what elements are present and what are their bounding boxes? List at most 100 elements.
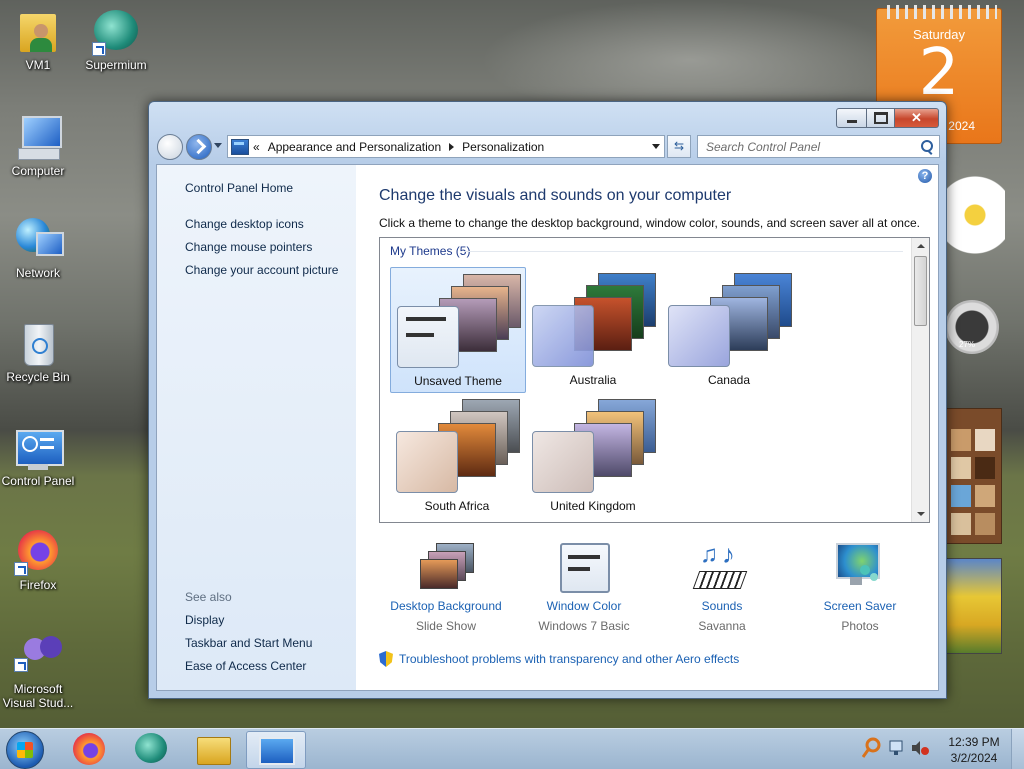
my-themes-group-label: My Themes (5) [390, 244, 471, 258]
forward-button[interactable] [186, 134, 212, 160]
action-center-search-icon [861, 737, 881, 758]
theme-list: My Themes (5) Unsaved Theme Australia Ca… [379, 237, 930, 523]
theme-list-scrollbar[interactable] [911, 238, 929, 522]
ease-of-access-link[interactable]: Ease of Access Center [185, 659, 306, 673]
close-button[interactable]: ✕ [895, 108, 939, 128]
window-color-icon [554, 541, 614, 593]
desktop-icon-network[interactable]: Network [0, 216, 76, 280]
main-pane: ? Change the visuals and sounds on your … [357, 165, 938, 690]
search-icon[interactable] [921, 140, 933, 152]
see-also-label: See also [185, 590, 232, 604]
cpu-meter-value: 27% [959, 340, 976, 349]
taskbar-firefox[interactable] [60, 731, 118, 767]
scroll-up-icon[interactable] [917, 244, 925, 248]
address-bar[interactable]: « Appearance and Personalization Persona… [227, 135, 665, 158]
cpu-meter-gadget[interactable]: 27% [945, 300, 999, 354]
theme-item-canada[interactable]: Canada [662, 267, 796, 391]
change-mouse-pointers-link[interactable]: Change mouse pointers [185, 240, 312, 254]
theme-thumbnail [396, 399, 520, 493]
address-dropdown-icon[interactable] [652, 144, 660, 149]
help-icon[interactable]: ? [918, 169, 932, 183]
desktop-icon-firefox[interactable]: Firefox [0, 528, 76, 592]
taskbar-start-menu-link[interactable]: Taskbar and Start Menu [185, 636, 312, 650]
restore-button[interactable] [867, 108, 895, 128]
uac-shield-icon [379, 651, 393, 667]
network-icon [14, 216, 64, 264]
desktop-icon-label: VM1 [25, 58, 51, 72]
calendar-year: 2024 [948, 119, 975, 133]
search-input[interactable]: Search Control Panel [697, 135, 940, 158]
desktop-icon-label: Control Panel [1, 474, 75, 488]
scroll-down-icon[interactable] [917, 512, 925, 516]
close-icon: ✕ [911, 110, 922, 125]
window-color-swatch [532, 305, 594, 367]
scrollbar-thumb[interactable] [914, 256, 927, 326]
desktop-icon-vm1[interactable]: VM1 [0, 8, 76, 72]
screen-saver-setting[interactable]: Screen Saver Photos [795, 541, 925, 633]
theme-item-south-africa[interactable]: South Africa [390, 393, 524, 517]
theme-thumbnail [668, 273, 792, 367]
breadcrumb-personalization[interactable]: Personalization [462, 140, 544, 154]
start-button[interactable] [6, 731, 44, 769]
screen-saver-icon [830, 541, 890, 593]
troubleshoot-link-text[interactable]: Troubleshoot problems with transparency … [399, 652, 739, 666]
theme-label: Canada [707, 373, 751, 387]
system-clock[interactable]: 12:39 PM 3/2/2024 [944, 734, 1004, 766]
desktop-icon-control-panel[interactable]: Control Panel [0, 424, 76, 488]
setting-name: Screen Saver [823, 599, 897, 613]
minimize-button[interactable] [836, 108, 867, 128]
desktop-icon-computer[interactable]: Computer [0, 114, 76, 178]
theme-thumbnail [397, 274, 521, 368]
change-desktop-icons-link[interactable]: Change desktop icons [185, 217, 304, 231]
refresh-button[interactable]: ⇆ [667, 135, 691, 158]
setting-name: Sounds [701, 599, 743, 613]
taskbar-explorer[interactable] [184, 731, 242, 767]
firefox-icon [14, 528, 62, 576]
shortcut-arrow-icon [92, 42, 106, 56]
desktop-icon-supermium[interactable]: Supermium [78, 8, 154, 72]
troubleshoot-aero-link[interactable]: Troubleshoot problems with transparency … [379, 651, 739, 667]
sounds-icon: ♫ ♪ [692, 539, 752, 593]
taskbar-control-panel[interactable] [246, 731, 306, 769]
desktop-background-icon [416, 541, 476, 593]
personalization-window: ✕ « Appearance and Personalization Perso… [148, 101, 947, 699]
desktop-background-setting[interactable]: Desktop Background Slide Show [381, 541, 511, 633]
control-panel-small-icon [231, 138, 249, 155]
supermium-icon [135, 733, 167, 763]
control-panel-icon [14, 424, 64, 472]
computer-icon [14, 114, 62, 162]
setting-name: Desktop Background [390, 599, 502, 613]
theme-item-unsaved[interactable]: Unsaved Theme [390, 267, 526, 393]
display-link[interactable]: Display [185, 613, 224, 627]
window-color-swatch [532, 431, 594, 493]
theme-label: South Africa [424, 499, 490, 513]
group-divider [464, 251, 903, 252]
desktop-icon-visual-studio[interactable]: Microsoft Visual Stud... [0, 632, 76, 710]
setting-value: Windows 7 Basic [538, 619, 630, 633]
breadcrumb-separator-icon[interactable] [449, 142, 455, 151]
recent-pages-dropdown[interactable] [214, 143, 222, 148]
theme-item-australia[interactable]: Australia [526, 267, 660, 391]
control-panel-home-link[interactable]: Control Panel Home [185, 181, 293, 195]
taskbar-supermium[interactable] [122, 731, 180, 767]
left-nav-pane: Control Panel Home Change desktop icons … [157, 165, 356, 690]
desktop-icon-label: Computer [11, 164, 65, 178]
supermium-icon [92, 8, 140, 56]
slideshow-gadget[interactable] [946, 558, 1002, 654]
window-color-setting[interactable]: Window Color Windows 7 Basic [519, 541, 649, 633]
control-panel-icon [259, 737, 295, 765]
theme-label: Unsaved Theme [414, 374, 502, 388]
theme-thumbnail [532, 399, 656, 493]
breadcrumb-appearance[interactable]: Appearance and Personalization [268, 140, 441, 154]
back-button[interactable] [157, 134, 183, 160]
show-desktop-button[interactable] [1011, 729, 1024, 769]
change-account-picture-link[interactable]: Change your account picture [185, 263, 338, 277]
theme-item-united-kingdom[interactable]: United Kingdom [526, 393, 660, 517]
desktop-icon-recycle-bin[interactable]: Recycle Bin [0, 320, 76, 384]
page-title: Change the visuals and sounds on your co… [379, 187, 732, 204]
breadcrumb-root-chevron[interactable]: « [253, 140, 260, 154]
sounds-setting[interactable]: ♫ ♪ Sounds Savanna [657, 539, 787, 633]
desktop-icon-label: Network [15, 266, 60, 280]
picture-puzzle-gadget[interactable] [946, 408, 1002, 544]
theme-label: United Kingdom [550, 499, 636, 513]
